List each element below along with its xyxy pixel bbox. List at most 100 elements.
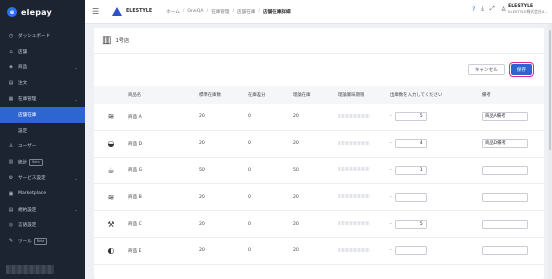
outbound-qty-input[interactable] <box>394 192 427 202</box>
inventory-table: 商品名 標準在庫数 在庫差分 理論在庫 理論賞味期限 出庫数を入力してください 備考 ≋ 商品… <box>94 86 544 265</box>
column-header: 理論賞味期限 <box>338 93 365 98</box>
breadcrumb-separator: / <box>258 8 260 14</box>
top-header: ☰ ELESTYLE ホーム / OneQA / 在庫管理 / 店舗在庫 / 店舗在庫詳細 ? … <box>85 0 552 24</box>
store-inventory-card: ▥ 1号店 キャンセル 保存 商品名 標準在庫数 在庫差分 理論在庫 理論賞味期限 出庫数… <box>94 28 544 279</box>
dashboard-icon: ◷ <box>8 32 14 39</box>
theoretical-stock: 20 <box>293 141 299 147</box>
expand-icon[interactable]: ⤢ <box>490 5 495 13</box>
standard-stock: 20 <box>199 141 205 147</box>
sidebar-item-9[interactable]: ⚙ サービス設定 ⌄ <box>0 170 85 186</box>
user-company: ELESTYLE株式会社X... <box>508 9 548 14</box>
note-input[interactable]: 商品A備考 <box>482 112 528 122</box>
minus-sign: - <box>390 248 392 254</box>
help-icon[interactable]: ? <box>472 6 475 13</box>
sidebar-item-7[interactable]: ♙ ユーザー <box>0 139 85 155</box>
stats-icon: ▥ <box>8 159 14 166</box>
minus-sign: - <box>390 167 392 173</box>
sidebar-item-12[interactable]: ◎ 言語設定 <box>0 218 85 234</box>
page-scrollbar[interactable] <box>548 24 552 279</box>
outbound-qty-input[interactable]: 1 <box>394 165 427 175</box>
product-name: 商品 C <box>128 222 142 228</box>
sidebar-item-6[interactable]: 設定 <box>0 123 85 139</box>
table-row: ◒ 商品 D 20 0 20 -4 商品D備考 <box>94 131 544 158</box>
breadcrumb-item[interactable]: 在庫管理 <box>211 9 229 15</box>
cancel-button[interactable]: キャンセル <box>467 64 505 75</box>
stock-diff: 0 <box>248 221 251 227</box>
table-header: 商品名 標準在庫数 在庫差分 理論在庫 理論賞味期限 出庫数を入力してください 備考 <box>94 86 544 104</box>
sidebar-item-label: 店舗在庫 <box>18 112 37 118</box>
menu-icon[interactable]: ☰ <box>92 7 102 16</box>
minus-sign: - <box>390 114 392 120</box>
sidebar-item-label: サービス設定 <box>18 176 46 182</box>
note-input[interactable] <box>482 219 528 229</box>
column-header: 標準在庫数 <box>199 93 221 98</box>
standard-stock: 20 <box>199 194 205 200</box>
user-icon: ♙ <box>500 5 507 13</box>
table-body: ≋ 商品 A 20 0 20-5 商品A備考 ◒ 商品 D 20 0 20-4 商品D備考 ☕ 商品 G5… <box>94 104 544 265</box>
sidebar-item-label: ダッシュボード <box>18 33 51 39</box>
sidebar-item-label: Marketplace <box>18 191 47 197</box>
breadcrumb-item[interactable]: ホーム <box>166 9 180 15</box>
breadcrumb: ホーム / OneQA / 在庫管理 / 店舗在庫 / 店舗在庫詳細 <box>166 9 290 15</box>
chevron-down-icon: ⌄ <box>74 96 78 102</box>
expiry-date-blurred <box>338 194 370 199</box>
expiry-date-blurred <box>338 140 370 145</box>
user-menu[interactable]: ♙ ELESTYLE ELESTYLE株式会社X... <box>501 4 548 14</box>
minus-sign: - <box>390 194 392 200</box>
sidebar-item-4[interactable]: ▦ 在庫管理 ⌄ <box>0 91 85 107</box>
theoretical-stock: 20 <box>293 114 299 120</box>
store-name: 1号店 <box>115 38 130 44</box>
outbound-qty-input[interactable]: 4 <box>394 139 427 149</box>
product-name: 商品 E <box>128 248 142 254</box>
outbound-qty-input[interactable]: 5 <box>394 112 427 122</box>
table-row: ☕ 商品 G 50 0 50 -1 <box>94 158 544 185</box>
stock-diff: 0 <box>248 248 251 254</box>
breadcrumb-item[interactable]: OneQA <box>187 9 203 15</box>
user-icon: ♙ <box>8 143 14 150</box>
marketplace-icon: ▣ <box>8 190 14 197</box>
store-icon: ⌂ <box>9 48 13 55</box>
sidebar-item-13[interactable]: ✎ ツール Beta <box>0 233 85 249</box>
rules-icon: ▤ <box>8 206 14 213</box>
table-row: ≋ 商品 A 20 0 20 -5 商品A備考 <box>94 104 544 131</box>
chevron-down-icon: ⌄ <box>74 175 78 181</box>
theoretical-stock: 50 <box>293 167 299 173</box>
note-input[interactable] <box>482 246 528 256</box>
breadcrumb-item[interactable]: 店舗在庫 <box>237 9 255 15</box>
sidebar-item-2[interactable]: ◈ 商品 ⌄ <box>0 60 85 76</box>
dish-icon: ◒ <box>107 139 115 149</box>
storefront-icon: ▥ <box>102 35 112 46</box>
note-input[interactable]: 商品D備考 <box>482 139 528 149</box>
sidebar-item-11[interactable]: ▤ 規約設定 ⌄ <box>0 202 85 218</box>
card-title: ▥ 1号店 <box>94 28 544 54</box>
breadcrumb-item: 店舗在庫詳細 <box>262 9 291 15</box>
scrollbar-thumb[interactable] <box>549 30 551 150</box>
language-icon: ◎ <box>8 222 14 229</box>
sidebar-item-8[interactable]: ▥ 統計 Beta <box>0 154 85 170</box>
note-input[interactable] <box>482 165 528 175</box>
sidebar-item-5[interactable]: 店舗在庫 <box>0 106 85 123</box>
sidebar-item-3[interactable]: ▤ 注文 <box>0 75 85 91</box>
product-name: 商品 A <box>128 114 142 120</box>
save-button[interactable]: 保存 <box>508 62 535 77</box>
sidebar-item-label: 言語設定 <box>18 223 37 229</box>
minus-sign: - <box>390 141 392 147</box>
service-icon: ⚙ <box>8 175 14 182</box>
standard-stock: 20 <box>199 114 205 120</box>
download-icon[interactable]: ⤓ <box>481 5 484 13</box>
elepay-logo-icon: e <box>7 7 17 17</box>
beta-badge: Beta <box>29 158 43 166</box>
sidebar-item-10[interactable]: ▣ Marketplace <box>0 186 85 202</box>
outbound-qty-input[interactable]: 5 <box>394 219 427 229</box>
standard-stock: 20 <box>199 248 205 254</box>
beta-badge: Beta <box>33 237 48 245</box>
sidebar: e elepay ◷ ダッシュボード ⌂ 店舗 ◈ 商品 ⌄ ▤ 注文 ▦ 在庫管理 ⌄ 店舗在庫 設定 ♙… <box>0 0 85 279</box>
sidebar-item-label: ツール Beta <box>18 237 78 245</box>
outbound-qty-input[interactable] <box>394 246 427 256</box>
sidebar-item-0[interactable]: ◷ ダッシュボード <box>0 28 85 44</box>
brand[interactable]: e elepay <box>0 0 85 24</box>
sidebar-item-1[interactable]: ⌂ 店舗 <box>0 44 85 60</box>
theoretical-stock: 20 <box>293 248 299 254</box>
note-input[interactable] <box>482 192 528 202</box>
product-name: 商品 D <box>128 141 143 147</box>
